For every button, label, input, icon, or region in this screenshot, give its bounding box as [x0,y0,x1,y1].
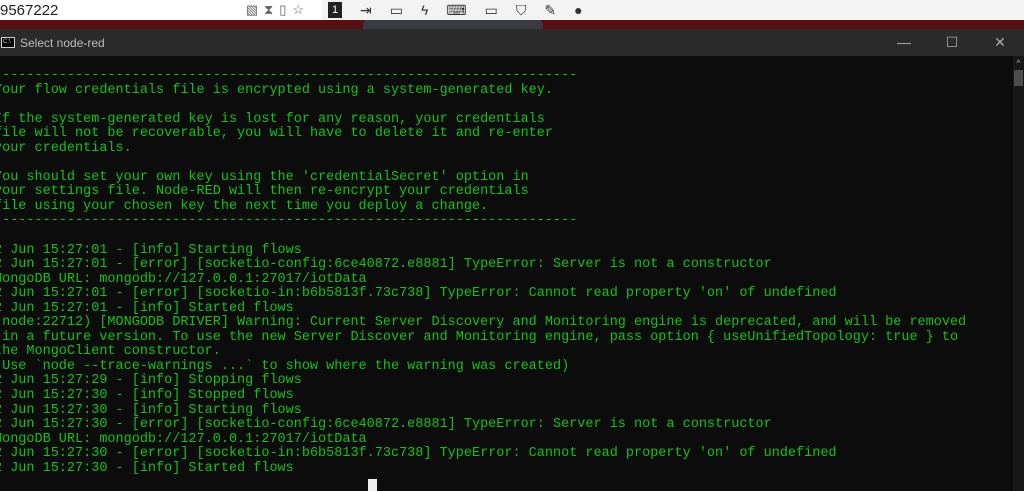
monitor-icon[interactable]: ▭ [485,2,498,19]
pdf-toolbar: 1 ⇥ ▭ ϟ ⌨ ▭ ⛉ ✎ ● [328,2,583,19]
text-cursor [368,479,377,491]
terminal-line: file using your chosen key the next time… [0,198,489,214]
terminal-line: 2 Jun 15:27:30 - [info] Starting flows [0,402,302,418]
page-number-icon[interactable]: 1 [328,2,342,18]
browser-tab-strip [0,20,1024,29]
presenter-icon[interactable]: ● [574,2,582,18]
terminal-line: your credentials. [0,140,132,156]
console-title-bar: C:\ Select node-red — ☐ ✕ [0,29,1024,56]
terminal-line: MongoDB URL: mongodb://127.0.0.1:27017/i… [0,431,367,447]
address-text: 9567222 [0,1,59,19]
active-tab[interactable] [363,20,543,29]
minimize-button[interactable]: — [880,29,928,56]
terminal-line: ----------------------------------------… [0,68,578,83]
scrollbar-thumb[interactable] [1014,70,1023,86]
terminal-line: the MongoClient constructor. [0,344,221,360]
flash-icon[interactable]: ϟ [421,2,428,18]
terminal-line: in a future version. To use the new Serv… [0,329,959,345]
terminal-line: 2 Jun 15:27:01 - [error] [socketio-in:b6… [0,286,837,302]
terminal-line: 2 Jun 15:27:01 - [error] [socketio-confi… [0,257,772,273]
terminal-line: file will not be recoverable, you will h… [0,126,553,142]
shield-icon[interactable]: ⛉ [516,2,527,19]
terminal-line: (node:22712) [MONGODB DRIVER] Warning: C… [0,315,967,331]
terminal-line: MongoDB URL: mongodb://127.0.0.1:27017/i… [0,271,367,287]
terminal-line: 2 Jun 15:27:30 - [error] [socketio-in:b6… [0,446,837,462]
terminal-line: 2 Jun 15:27:01 - [info] Started flows [0,300,294,316]
browser-toolbar: 9567222 ▧⧗▯☆ 1 ⇥ ▭ ϟ ⌨ ▭ ⛉ ✎ ● [0,0,1024,20]
window-title: Select node-red [20,35,105,50]
terminal-line: Your flow credentials file is encrypted … [0,82,553,98]
arrow-into-icon[interactable]: ⇥ [360,2,372,19]
terminal-line: (Use `node --trace-warnings ...` to show… [0,358,570,374]
console-icon: C:\ [1,37,15,48]
terminal-line: 2 Jun 15:27:30 - [info] Started flows [0,460,294,476]
keyboard-icon[interactable]: ⌨ [446,2,466,19]
terminal-line: 2 Jun 15:27:01 - [info] Starting flows [0,242,302,258]
terminal-line: ----------------------------------------… [0,213,578,229]
address-bar[interactable]: 9567222 ▧⧗▯☆ [0,0,322,20]
maximize-button[interactable]: ☐ [928,29,976,56]
terminal-output[interactable]: ----------------------------------------… [0,68,967,476]
terminal-line: your settings file. Node-RED will then r… [0,184,529,200]
vertical-scrollbar[interactable]: ^ [1013,56,1024,491]
terminal-line: 2 Jun 15:27:29 - [info] Stopping flows [0,373,302,389]
terminal-line: 2 Jun 15:27:30 - [error] [socketio-confi… [0,417,772,433]
close-button[interactable]: ✕ [976,29,1024,56]
scroll-up-icon[interactable]: ^ [1013,56,1024,68]
terminal-line: If the system-generated key is lost for … [0,111,545,127]
comment-icon[interactable]: ▭ [390,2,403,19]
terminal-line: 2 Jun 15:27:30 - [info] Stopped flows [0,388,294,404]
terminal-line: You should set your own key using the 'c… [0,169,529,185]
extension-icons[interactable]: ▧⧗▯☆ [246,2,310,18]
pen-icon[interactable]: ✎ [544,2,556,19]
